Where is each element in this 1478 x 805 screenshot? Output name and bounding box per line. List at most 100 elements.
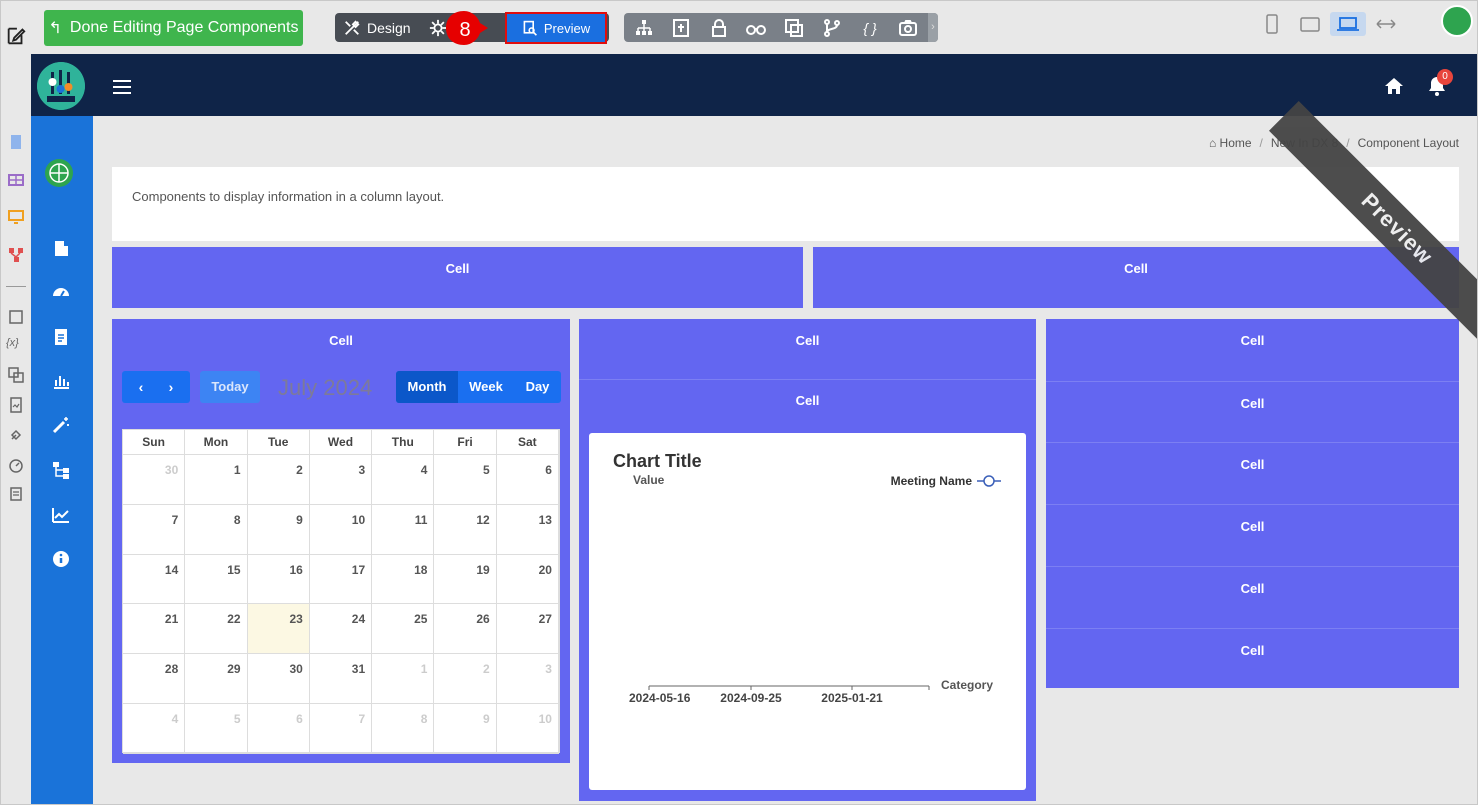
calendar-day[interactable]: 1 — [185, 455, 248, 505]
home-icon[interactable] — [1383, 76, 1405, 96]
view-week-button[interactable]: Week — [458, 371, 514, 403]
translate-icon[interactable] — [784, 18, 804, 38]
stacked-cell: Cell — [1046, 565, 1459, 628]
plug-icon[interactable] — [8, 427, 24, 443]
calendar-day[interactable]: 7 — [123, 504, 186, 555]
table-icon[interactable] — [8, 172, 24, 188]
calendar-day[interactable]: 29 — [185, 654, 248, 704]
workflow-icon[interactable] — [8, 247, 24, 263]
camera-icon[interactable] — [898, 18, 918, 38]
cell-top-right: Cell — [813, 247, 1459, 308]
cell-label: Cell — [1240, 642, 1265, 658]
view-month-button[interactable]: Month — [396, 371, 458, 403]
variable-icon[interactable]: {x} — [6, 337, 28, 353]
calendar-day[interactable]: 9 — [247, 504, 310, 555]
calendar-day[interactable]: 28 — [123, 654, 186, 704]
hamburger-menu-icon[interactable] — [113, 80, 131, 94]
prev-month-icon[interactable]: ‹ — [134, 378, 148, 396]
calendar-day[interactable]: 20 — [496, 554, 559, 605]
hierarchy-icon[interactable] — [634, 18, 654, 38]
calendar-day-other-month[interactable]: 5 — [185, 703, 248, 754]
calendar-day[interactable]: 12 — [434, 504, 497, 555]
calendar-day[interactable]: 4 — [372, 455, 435, 505]
calendar-day[interactable]: 25 — [372, 604, 435, 655]
rail-divider — [6, 286, 26, 287]
calendar-day[interactable]: 2 — [247, 455, 310, 505]
lock-icon[interactable] — [709, 18, 729, 38]
document-icon[interactable] — [51, 327, 71, 347]
globe-avatar-icon[interactable] — [44, 158, 74, 188]
tablet-device-icon[interactable] — [1299, 13, 1321, 35]
line-chart-icon[interactable] — [51, 505, 71, 525]
home-small-icon: ⌂ — [1208, 136, 1217, 150]
note-icon[interactable] — [8, 309, 24, 325]
tools-scroll-arrow[interactable]: › — [928, 13, 938, 42]
next-month-icon[interactable]: › — [164, 378, 178, 396]
info-icon[interactable] — [51, 549, 71, 569]
calendar-day[interactable]: 24 — [309, 604, 373, 655]
view-day-button[interactable]: Day — [514, 371, 561, 403]
bar-chart-icon[interactable] — [51, 371, 71, 391]
page-icon[interactable] — [8, 134, 24, 150]
done-editing-button[interactable]: ↰ Done Editing Page Components — [44, 10, 303, 46]
binoculars-icon[interactable] — [746, 18, 766, 38]
calendar-day[interactable]: 30 — [247, 654, 310, 704]
calendar-day-other-month[interactable]: 8 — [372, 703, 435, 754]
calendar-day[interactable]: 14 — [123, 554, 186, 605]
calendar-day-other-month[interactable]: 7 — [309, 703, 373, 754]
calendar-day[interactable]: 31 — [309, 654, 373, 704]
page-info-icon[interactable] — [671, 18, 691, 38]
calendar-day[interactable]: 10 — [309, 504, 373, 555]
calendar-day[interactable]: 16 — [247, 554, 310, 605]
calendar-day-other-month[interactable]: 9 — [434, 703, 497, 754]
laptop-device-icon[interactable] — [1330, 12, 1366, 36]
today-button[interactable]: Today — [200, 371, 260, 403]
magic-wand-icon[interactable] — [51, 415, 71, 435]
cell-label: Cell — [1124, 261, 1148, 276]
calendar-day-other-month[interactable]: 10 — [496, 703, 559, 754]
full-width-icon[interactable] — [1375, 13, 1397, 35]
monitor-icon[interactable] — [8, 209, 24, 225]
calendar-day[interactable]: 5 — [434, 455, 497, 505]
calendar-day[interactable]: 27 — [496, 604, 559, 655]
breadcrumb-home[interactable]: ⌂ Home — [1209, 136, 1252, 150]
code-braces-icon[interactable]: { } — [860, 18, 880, 38]
calendar-day[interactable]: 18 — [372, 554, 435, 605]
calendar-day[interactable]: 21 — [123, 604, 186, 655]
report-icon[interactable] — [8, 397, 24, 413]
calendar-day[interactable]: 26 — [434, 604, 497, 655]
edit-icon[interactable] — [5, 25, 27, 47]
calendar-day-today[interactable]: 23 — [247, 604, 310, 655]
calendar-day[interactable]: 3 — [309, 455, 373, 505]
done-editing-label: Done Editing Page Components — [69, 19, 299, 36]
dx-showcase-logo[interactable] — [37, 62, 85, 110]
script-icon[interactable] — [8, 486, 24, 502]
org-chart-icon[interactable] — [51, 460, 71, 480]
preview-doc-icon — [523, 20, 537, 36]
gauge-icon[interactable] — [8, 457, 24, 473]
calendar-day-other-month[interactable]: 2 — [434, 654, 497, 704]
calendar-day[interactable]: 13 — [496, 504, 559, 555]
user-avatar[interactable] — [1441, 5, 1473, 37]
calendar-day-other-month[interactable]: 30 — [123, 455, 186, 505]
cell-chart-column: Cell Cell Chart Title Value Meeting Name… — [579, 319, 1036, 801]
dashboard-icon[interactable] — [51, 282, 71, 302]
calendar-day[interactable]: 6 — [496, 455, 559, 505]
building-icon[interactable] — [51, 238, 71, 258]
calendar-day[interactable]: 11 — [372, 504, 435, 555]
calendar-day-other-month[interactable]: 3 — [496, 654, 559, 704]
design-mode-button[interactable]: Design — [343, 13, 411, 42]
calendar-day[interactable]: 15 — [185, 554, 248, 605]
calendar-day[interactable]: 19 — [434, 554, 497, 605]
branch-icon[interactable] — [822, 18, 842, 38]
chart-x-tick-label: 2024-05-16 — [629, 691, 691, 705]
preview-mode-button[interactable]: Preview — [505, 12, 607, 44]
calendar-day[interactable]: 17 — [309, 554, 373, 605]
calendar-day[interactable]: 8 — [185, 504, 248, 555]
calendar-day-other-month[interactable]: 4 — [123, 703, 186, 754]
language-icon[interactable] — [8, 367, 24, 383]
calendar-day[interactable]: 22 — [185, 604, 248, 655]
calendar-day-other-month[interactable]: 1 — [372, 654, 435, 704]
mobile-device-icon[interactable] — [1265, 13, 1279, 35]
calendar-day-other-month[interactable]: 6 — [247, 703, 310, 754]
